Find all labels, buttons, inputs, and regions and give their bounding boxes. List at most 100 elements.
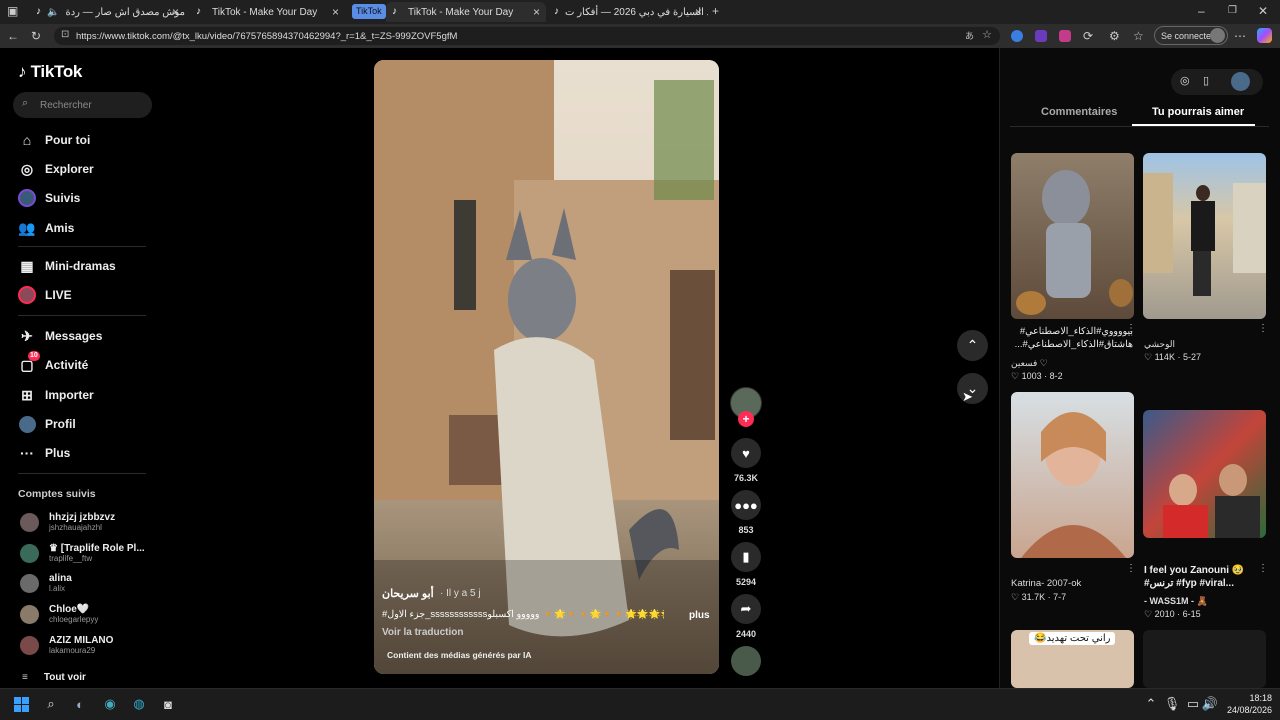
search-icon[interactable]: ⌕ [41, 694, 61, 714]
url-field[interactable]: ⊡ https://www.tiktok.com/@tx_lku/video/7… [54, 27, 1000, 45]
followed-account[interactable]: AZIZ MILANO lakamoura29 [20, 632, 113, 658]
recommended-thumbnail[interactable] [1011, 153, 1134, 319]
video-author[interactable]: أبو سريحان [382, 587, 434, 600]
translate-icon[interactable]: あ [965, 29, 974, 42]
site-info-icon[interactable]: ⊡ [61, 29, 69, 40]
tab-comments[interactable]: Commentaires [1041, 106, 1117, 118]
browser-tab-1[interactable]: ♪ 🔈 موش مصدق اش صار — ردة × [30, 2, 185, 22]
maximize-icon[interactable]: ❐ [1228, 4, 1237, 18]
browser-tab-3[interactable]: ♪ TikTok - Make Your Day × [386, 2, 546, 22]
more-options-icon[interactable]: ⋮ [1126, 323, 1136, 334]
sidebar-item-pour-toi[interactable]: ⌂ Pour toi [18, 129, 91, 151]
avatar [20, 543, 39, 563]
music-disc-icon[interactable] [731, 646, 761, 676]
app-icon[interactable]: ◙ [158, 694, 178, 714]
share-count: 2440 [735, 629, 757, 639]
tab-title: موش مصدق اش صار — ردة [65, 6, 185, 18]
clock[interactable]: 18:18 24/08/2026 [1222, 692, 1272, 716]
url-text: https://www.tiktok.com/@tx_lku/video/767… [76, 30, 458, 42]
recommended-thumbnail[interactable] [1143, 153, 1266, 319]
window-menu-icon[interactable]: ▣ [7, 4, 18, 18]
split-screen-icon[interactable]: ⚙ [1109, 29, 1120, 43]
tiktok-logo[interactable]: ♪ TikTok [18, 62, 82, 82]
sidebar-item-amis[interactable]: 👥 Amis [18, 217, 74, 239]
sidebar-item-plus[interactable]: ··· Plus [18, 442, 70, 464]
more-options-icon[interactable]: ⋮ [1258, 323, 1268, 334]
minimize-icon[interactable]: – [1198, 4, 1205, 18]
thumbnail-image [1163, 464, 1260, 538]
microphone-icon[interactable]: 🎙 [1162, 694, 1182, 714]
caption-more-button[interactable]: plus [689, 610, 710, 621]
edge-icon[interactable]: ◍ [129, 694, 149, 714]
copilot-icon[interactable] [1257, 28, 1272, 43]
new-tab-icon[interactable]: + [712, 4, 719, 18]
search-input[interactable]: ⌕ Rechercher [13, 92, 152, 118]
app-icon[interactable]: ◉ [100, 694, 120, 714]
recommended-thumbnail[interactable] [1143, 410, 1266, 538]
follow-plus-icon[interactable]: + [738, 411, 754, 427]
extensions-puzzle-icon[interactable]: ⟳ [1083, 29, 1093, 43]
tiktok-note-icon: ♪ [18, 62, 27, 81]
previous-video-button[interactable]: ⌃ [957, 330, 988, 361]
see-all-link[interactable]: ≡ Tout voir [22, 664, 86, 690]
volume-icon[interactable]: 🔊 [1200, 694, 1220, 714]
heart-outline-icon: ♡ [1144, 609, 1153, 619]
divider [18, 246, 146, 247]
steam-icon[interactable]: ◐ [70, 694, 90, 714]
close-icon[interactable]: × [172, 5, 179, 19]
followed-account[interactable]: hhzjzj jzbbzvz jshzhauajahzhl [20, 509, 115, 535]
tab-recommendations[interactable]: Tu pourrais aimer [1152, 106, 1244, 118]
translate-link[interactable]: Voir la traduction [382, 627, 464, 638]
speaker-icon[interactable]: 🔈 [47, 7, 59, 18]
sidebar-item-suivis[interactable]: Suivis [18, 187, 80, 209]
sidebar-item-importer[interactable]: ⊞ Importer [18, 384, 94, 406]
browser-tab-2[interactable]: ♪ TikTok - Make Your Day × [190, 2, 345, 22]
extension-icon[interactable] [1059, 30, 1071, 42]
sidebar-item-live[interactable]: LIVE [18, 284, 72, 306]
window-close-icon[interactable]: ✕ [1258, 4, 1268, 18]
extension-icon[interactable] [1035, 30, 1047, 42]
close-icon[interactable]: × [533, 5, 540, 19]
favorite-star-icon[interactable]: ☆ [982, 28, 992, 41]
close-icon[interactable]: × [332, 5, 339, 19]
tab-group-label[interactable]: TikTok [352, 4, 386, 19]
ai-content-label: Contient des médias générés par IA [387, 650, 532, 660]
recommended-caption: بيووووي#الذكاء_الاصطناعي# هاشتاق#الذكاء_… [1014, 326, 1133, 350]
like-count: 76.3K [733, 473, 759, 483]
search-icon: ⌕ [22, 97, 29, 109]
recommended-thumbnail[interactable] [1143, 630, 1266, 688]
followed-account[interactable]: Chloe🤍 chloegarlepyy [20, 601, 98, 627]
sign-in-button[interactable]: Se connecter [1154, 26, 1228, 45]
recommended-stats: ♡ 114K · 5-27 [1144, 352, 1201, 362]
recommended-thumbnail[interactable] [1011, 392, 1134, 558]
chevron-up-icon[interactable]: ⌃ [1141, 694, 1161, 714]
save-button[interactable]: ▮ [731, 542, 761, 572]
tab-title: ترند السيارة في دبي 2026 — أفكار ت [565, 6, 708, 18]
browser-tab-4[interactable]: ♪ ترند السيارة في دبي 2026 — أفكار ت × [548, 2, 708, 22]
close-icon[interactable]: × [695, 5, 702, 19]
divider [18, 315, 146, 316]
more-options-icon[interactable]: ⋮ [1258, 563, 1268, 574]
compass-icon[interactable]: ◎ [1180, 74, 1190, 87]
comment-button[interactable]: ●●● [731, 490, 761, 520]
sidebar-item-messages[interactable]: ✈ Messages [18, 325, 102, 347]
device-icon[interactable]: ▯ [1203, 74, 1209, 87]
followed-account[interactable]: alina l.alix [20, 570, 72, 596]
reload-icon[interactable]: ↻ [31, 29, 41, 43]
sidebar-item-activite[interactable]: ▢ 10 Activité [18, 351, 88, 376]
recommended-thumbnail[interactable]: راني تحت تهديد😂 [1011, 630, 1134, 688]
back-icon[interactable]: ← [7, 29, 19, 43]
followed-account[interactable]: ♛ [Traplife Role Pl... traplife__ftw [20, 540, 145, 566]
sidebar-item-profil[interactable]: Profil [18, 413, 76, 435]
video-player[interactable]: أبو سريحان · Il y a 5 j #جزء الاول_sssss… [374, 60, 719, 674]
extension-icon[interactable] [1011, 30, 1023, 42]
sidebar-item-mini-dramas[interactable]: ▦ Mini-dramas [18, 255, 115, 277]
browser-menu-icon[interactable]: ⋯ [1234, 29, 1246, 43]
favorites-icon[interactable]: ☆ [1133, 29, 1144, 43]
windows-start-icon[interactable] [11, 694, 31, 714]
more-options-icon[interactable]: ⋮ [1126, 563, 1136, 574]
avatar[interactable] [1231, 72, 1250, 91]
sidebar-item-explorer[interactable]: ◎ Explorer [18, 158, 94, 180]
share-button[interactable]: ➦ [731, 594, 761, 624]
like-button[interactable]: ♥ [731, 438, 761, 468]
